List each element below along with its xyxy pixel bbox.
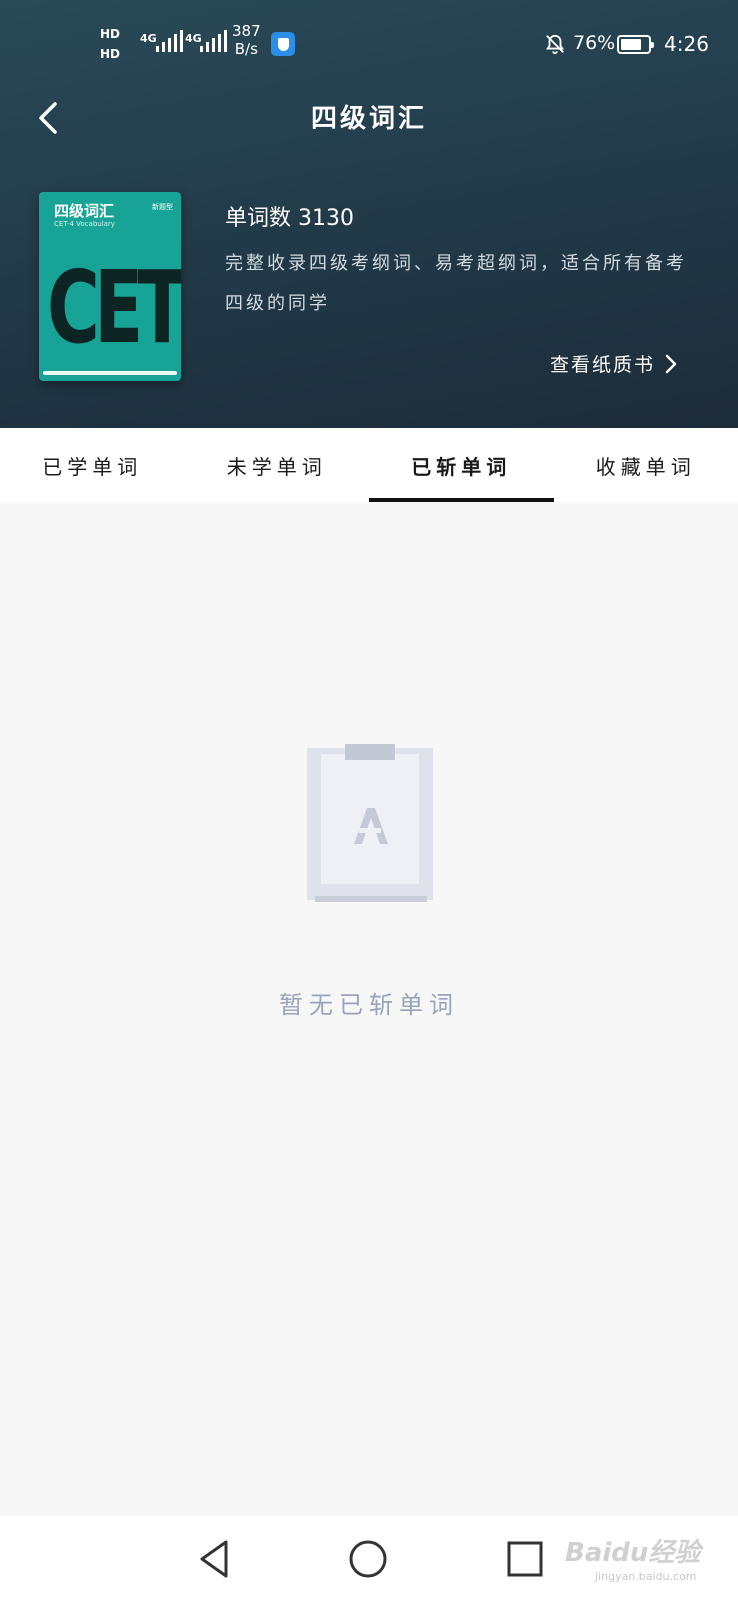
- tab-label: 已斩单词: [411, 454, 512, 479]
- cover-big-text: CET4: [47, 249, 181, 366]
- book-cover[interactable]: 四级词汇 新题型 CET-4 Vocabulary CET4: [39, 192, 181, 381]
- network-type-1: 4G: [140, 32, 157, 45]
- speed-unit: B/s: [234, 40, 258, 58]
- hd1-label: HD: [100, 27, 121, 41]
- battery-icon: [617, 35, 654, 54]
- word-count: 单词数 3130: [225, 206, 354, 231]
- hd-indicator: HD HD: [100, 24, 120, 64]
- circle-home-icon[interactable]: [345, 1536, 391, 1582]
- tab-favorites[interactable]: 收藏单词: [554, 428, 738, 502]
- bell-off-icon: [545, 34, 565, 55]
- battery-percent: 76%: [573, 32, 616, 54]
- clipboard-word-icon: [307, 744, 433, 902]
- hd2-label: HD: [100, 47, 121, 61]
- cover-stripe: [43, 371, 177, 375]
- signal-icon: [156, 30, 183, 52]
- tab-label: 已学单词: [42, 454, 143, 479]
- cover-badge: 新题型: [152, 203, 173, 211]
- tab-mastered[interactable]: 已斩单词: [369, 428, 554, 502]
- square-recent-icon[interactable]: [502, 1536, 548, 1582]
- chevron-right-icon: [665, 354, 677, 373]
- shield-icon: [271, 32, 295, 56]
- book-description: 完整收录四级考纲词、易考超纲词，适合所有备考四级的同学: [225, 253, 687, 314]
- cover-subtitle: CET-4 Vocabulary: [54, 220, 115, 228]
- tab-learned[interactable]: 已学单词: [0, 428, 185, 502]
- signal-icon: [200, 30, 227, 52]
- status-bar: HD HD 4G 4G 387 B/s 76% 4:26: [0, 18, 738, 74]
- cover-title: 四级词汇: [54, 202, 115, 220]
- watermark-logo: Baidu经验: [565, 1538, 701, 1568]
- watermark-url: jingyan.baidu.com: [595, 1570, 697, 1583]
- tab-unlearned[interactable]: 未学单词: [185, 428, 370, 502]
- network-speed: 387 B/s: [232, 22, 261, 58]
- active-tab-indicator: [369, 498, 554, 502]
- view-paper-book-label: 查看纸质书: [550, 354, 656, 376]
- tab-label: 收藏单词: [595, 454, 696, 479]
- header: HD HD 4G 4G 387 B/s 76% 4:26 四级词汇 四级词汇 新…: [0, 0, 738, 428]
- page-title: 四级词汇: [310, 104, 427, 134]
- tab-label: 未学单词: [226, 454, 327, 479]
- word-tabs: 已学单词 未学单词 已斩单词 收藏单词: [0, 428, 738, 502]
- triangle-back-icon[interactable]: [192, 1536, 238, 1582]
- speed-value: 387: [232, 22, 261, 40]
- view-paper-book-link[interactable]: 查看纸质书: [550, 350, 677, 377]
- battery-level: [621, 39, 641, 50]
- empty-state-text: 暂无已斩单词: [279, 991, 459, 1019]
- clock: 4:26: [664, 32, 709, 56]
